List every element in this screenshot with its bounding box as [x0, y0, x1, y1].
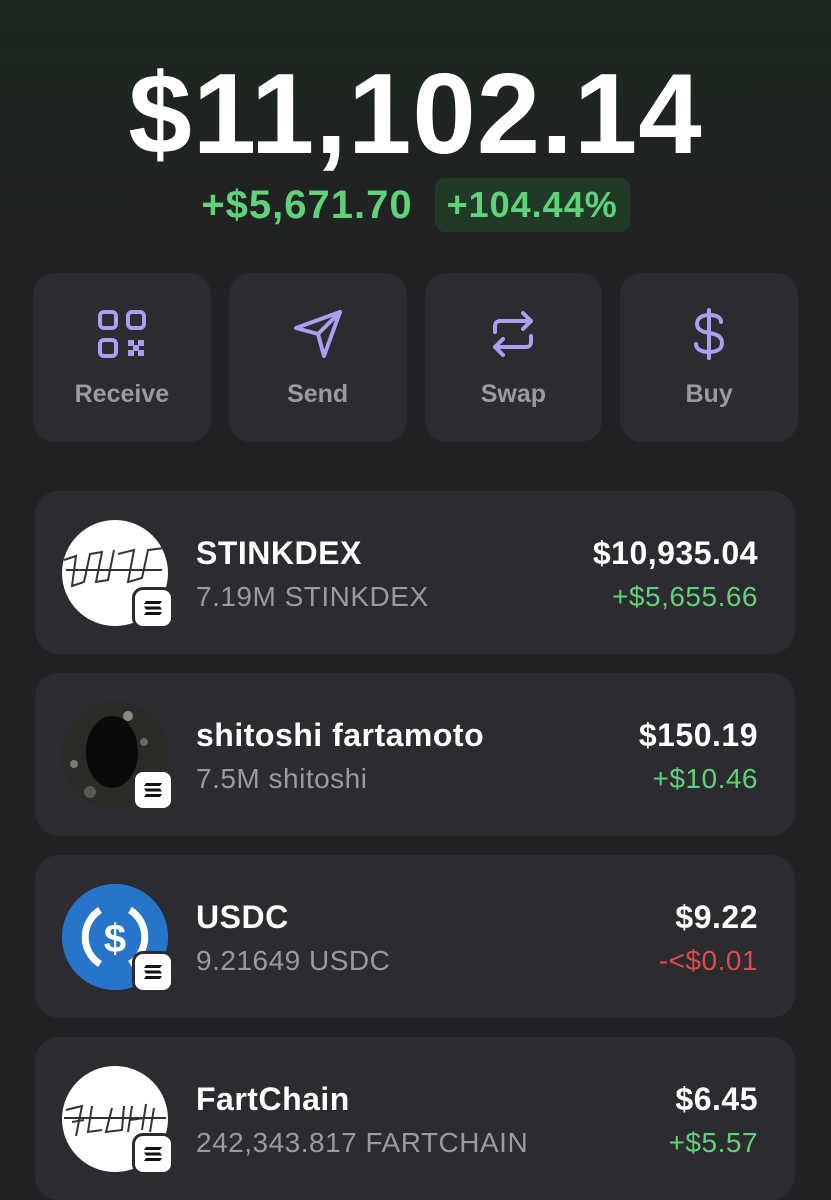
receive-label: Receive [74, 380, 170, 408]
portfolio-change-amount: +$5,671.70 [201, 182, 413, 227]
token-name: STINKDEX [196, 535, 362, 571]
solana-icon [132, 951, 174, 993]
token-row-fartchain[interactable]: FartChain 242,343.817 FARTCHAIN $6.45 +$… [35, 1037, 795, 1200]
token-amount: 242,343.817 FARTCHAIN [196, 1127, 529, 1158]
token-row-usdc[interactable]: $ USDC 9.21649 USDC $9.22 -<$0.01 [35, 855, 795, 1018]
buy-label: Buy [685, 380, 733, 408]
token-change: +$10.46 [652, 763, 758, 794]
token-value: $150.19 [638, 717, 758, 753]
swap-label: Swap [480, 380, 547, 408]
portfolio-change: +$5,671.70 +104.44% [0, 178, 831, 232]
token-value: $10,935.04 [592, 535, 758, 571]
qr-code-icon [97, 310, 146, 358]
token-value: $9.22 [675, 899, 758, 935]
solana-icon [132, 769, 174, 811]
token-change: +$5.57 [668, 1127, 758, 1158]
send-label: Send [287, 380, 349, 408]
wallet-screen: $11,102.14 +$5,671.70 +104.44% Receive S… [0, 0, 831, 1200]
token-name: USDC [196, 899, 289, 935]
portfolio-change-percent-badge: +104.44% [434, 178, 630, 232]
send-button[interactable]: Send [228, 273, 407, 442]
token-amount: 9.21649 USDC [196, 945, 391, 976]
dollar-icon [694, 308, 725, 360]
token-name: shitoshi fartamoto [196, 717, 485, 753]
buy-button[interactable]: Buy [620, 273, 798, 442]
token-change: +$5,655.66 [612, 581, 758, 612]
swap-icon [493, 311, 534, 357]
swap-button[interactable]: Swap [424, 273, 603, 442]
action-bar: Receive Send Swap Buy [33, 273, 798, 442]
portfolio-balance: $11,102.14 [128, 51, 703, 178]
token-name: FartChain [196, 1081, 350, 1117]
token-amount: 7.19M STINKDEX [196, 581, 429, 612]
svg-text:$: $ [104, 917, 126, 961]
token-change: -<$0.01 [658, 945, 758, 976]
token-amount: 7.5M shitoshi [196, 763, 368, 794]
token-row-stinkdex[interactable]: STINKDEX 7.19M STINKDEX $10,935.04 +$5,6… [35, 491, 795, 654]
solana-icon [132, 587, 174, 629]
solana-icon [132, 1133, 174, 1175]
token-row-shitoshi[interactable]: shitoshi fartamoto 7.5M shitoshi $150.19… [35, 673, 795, 836]
receive-button[interactable]: Receive [33, 273, 211, 442]
send-icon [293, 310, 342, 358]
token-value: $6.45 [675, 1081, 758, 1117]
